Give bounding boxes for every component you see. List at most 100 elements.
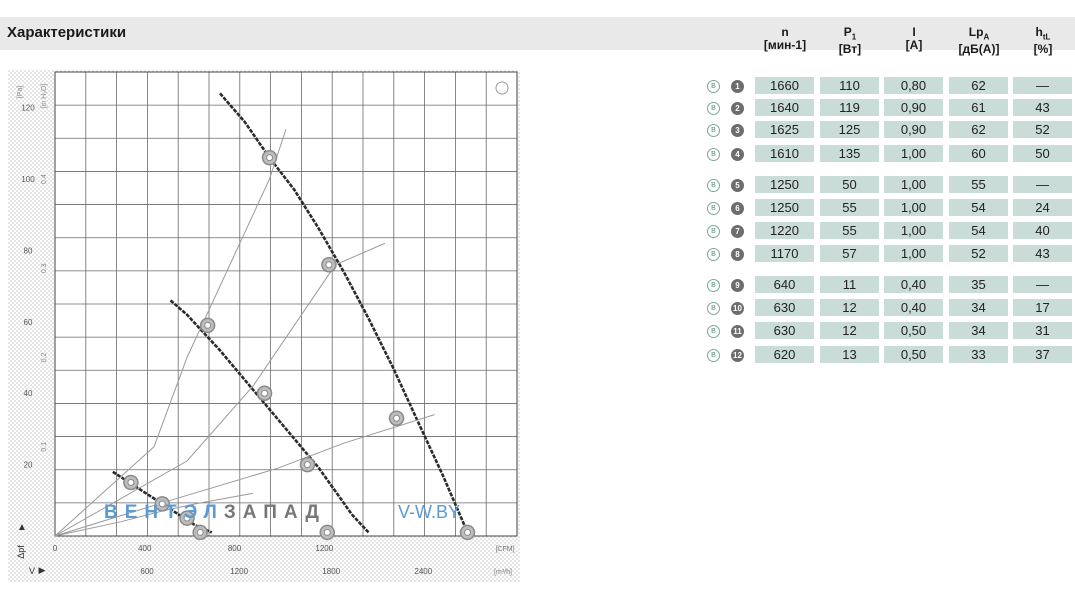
row-number-badge: 4 [731, 148, 744, 161]
x-tick-label: 0 [53, 544, 58, 553]
table-cell-p1: 50 [820, 176, 879, 193]
row-type-marker: B [707, 302, 720, 315]
table-cell-i: 0,80 [884, 77, 943, 94]
y-tick-label: 60 [24, 318, 33, 327]
table-cell-p1: 55 [820, 199, 879, 216]
table-cell-lpa: 35 [949, 276, 1008, 293]
operating-point-center [323, 528, 331, 536]
table-cell-n: 1250 [755, 176, 814, 193]
operating-point-center [266, 154, 273, 162]
operating-point-center [303, 461, 311, 469]
table-cell-n: 1625 [755, 121, 814, 138]
table-cell-n: 1660 [755, 77, 814, 94]
x2-tick-label: 1800 [322, 567, 340, 576]
y2-axis-unit-label: [in H₂O] [41, 84, 48, 109]
row-type-marker: B [707, 202, 720, 215]
column-header-unit: [A] [905, 38, 923, 52]
table-cell-n: 1250 [755, 199, 814, 216]
column-header-subscript: A [983, 32, 990, 42]
table-cell-htl: — [1013, 276, 1072, 293]
row-number-badge: 7 [731, 225, 744, 238]
x-axis-unit-label: [CFM] [495, 546, 514, 553]
chart-svg: 20 40 60 80 100 120 0.1 0.2 0.3 0.4 [Pa] [in H₂O] 0 4… [8, 70, 603, 582]
row-number-badge: 1 [731, 80, 744, 93]
flow-axis-symbol: ▶ [39, 565, 46, 575]
table-cell-htl: 40 [1013, 222, 1072, 239]
row-number-badge: 9 [731, 279, 744, 292]
table-cell-p1: 12 [820, 299, 879, 316]
y-tick-label: 100 [21, 175, 35, 184]
row-type-marker: B [707, 80, 720, 93]
row-type-marker: B [707, 179, 720, 192]
table-cell-n: 1610 [755, 145, 814, 162]
table-cell-n: 630 [755, 322, 814, 339]
row-number-badge: 3 [731, 124, 744, 137]
table-cell-p1: 110 [820, 77, 879, 94]
column-header-name: h [1035, 25, 1043, 39]
column-header-name: n [781, 25, 789, 39]
table-cell-p1: 11 [820, 276, 879, 293]
operating-point-center [204, 321, 212, 329]
table-cell-p1: 13 [820, 346, 879, 363]
column-header-name: Lp [968, 25, 984, 39]
pressure-axis-symbol: ▲ [17, 522, 27, 533]
column-header-subscript: 1 [851, 32, 857, 42]
row-type-marker: B [707, 148, 720, 161]
table-cell-lpa: 34 [949, 322, 1008, 339]
table-cell-lpa: 62 [949, 121, 1008, 138]
row-type-marker: B [707, 248, 720, 261]
table-cell-lpa: 33 [949, 346, 1008, 363]
table-cell-lpa: 54 [949, 199, 1008, 216]
table-cell-p1: 135 [820, 145, 879, 162]
table-cell-i: 1,00 [884, 222, 943, 239]
operating-point-center [325, 261, 333, 269]
operating-point-center [261, 389, 269, 397]
table-cell-i: 0,90 [884, 99, 943, 116]
y-tick-label: 120 [21, 104, 35, 113]
row-type-marker: B [707, 124, 720, 137]
table-cell-lpa: 62 [949, 77, 1008, 94]
table-cell-p1: 55 [820, 222, 879, 239]
table-cell-n: 1220 [755, 222, 814, 239]
table-cell-n: 620 [755, 346, 814, 363]
table-cell-n: 640 [755, 276, 814, 293]
row-type-marker: B [707, 325, 720, 338]
table-cell-n: 1640 [755, 99, 814, 116]
row-number-badge: 2 [731, 102, 744, 115]
y2-tick-label: 0.1 [41, 442, 48, 452]
table-cell-htl: 43 [1013, 245, 1072, 262]
pressure-symbol-label: Δpf [16, 545, 26, 559]
operating-point-center [127, 478, 135, 486]
table-cell-p1: 12 [820, 322, 879, 339]
x-tick-label: 400 [138, 544, 152, 553]
section-title: Характеристики [7, 24, 127, 41]
y2-tick-label: 0.4 [41, 174, 48, 184]
column-header: n [мин-1] [750, 26, 820, 52]
table-cell-i: 0,40 [884, 276, 943, 293]
operating-point-center [464, 528, 471, 536]
table-cell-n: 630 [755, 299, 814, 316]
table-cell-i: 0,40 [884, 299, 943, 316]
flow-symbol-label: V [29, 566, 35, 576]
table-cell-lpa: 52 [949, 245, 1008, 262]
table-cell-lpa: 61 [949, 99, 1008, 116]
table-cell-lpa: 60 [949, 145, 1008, 162]
row-number-badge: 8 [731, 248, 744, 261]
table-cell-lpa: 54 [949, 222, 1008, 239]
x-tick-label: 800 [228, 544, 242, 553]
table-cell-i: 1,00 [884, 245, 943, 262]
column-header: LpA [дБ(A)] [944, 26, 1014, 56]
y-tick-label: 20 [24, 461, 33, 470]
operating-point-center [196, 528, 204, 536]
table-cell-i: 0,50 [884, 322, 943, 339]
x-tick-label: 1200 [315, 544, 333, 553]
watermark-text: ВЕНТЭЛЗАПАД [104, 502, 326, 523]
row-number-badge: 10 [731, 302, 744, 315]
watermark-url: V-W.BY [398, 502, 460, 522]
row-number-badge: 12 [731, 349, 744, 362]
row-number-badge: 6 [731, 202, 744, 215]
table-cell-htl: 43 [1013, 99, 1072, 116]
table-cell-i: 1,00 [884, 199, 943, 216]
column-header-name: I [912, 25, 916, 39]
row-type-marker: B [707, 102, 720, 115]
